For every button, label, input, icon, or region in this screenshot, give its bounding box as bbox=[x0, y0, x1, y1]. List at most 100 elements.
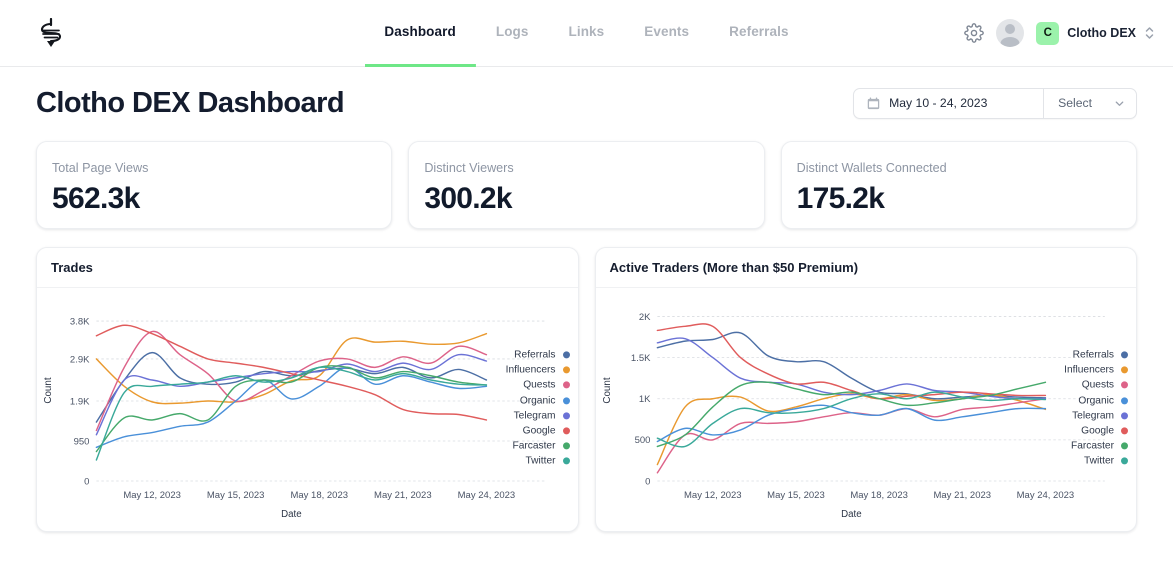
legend-label: Referrals bbox=[1072, 349, 1114, 361]
legend-item-influencers[interactable]: Influencers bbox=[1064, 363, 1128, 377]
legend-color-dot bbox=[1121, 366, 1128, 374]
chart-card-trades: Trades 0 950 1.9K 2.9K 3.8K Count May 12, 2023… bbox=[36, 247, 579, 532]
legend-label: Farcaster bbox=[512, 440, 556, 452]
svg-text:May 21, 2023: May 21, 2023 bbox=[374, 490, 432, 501]
legend-item-twitter[interactable]: Twitter bbox=[1064, 454, 1128, 468]
chart-header: Active Traders (More than $50 Premium) bbox=[595, 248, 1136, 288]
legend-color-dot bbox=[562, 427, 570, 435]
date-range-picker[interactable]: May 10 - 24, 2023 bbox=[854, 88, 1045, 118]
legend-item-telegram[interactable]: Telegram bbox=[506, 409, 570, 423]
date-range-value: May 10 - 24, 2023 bbox=[889, 96, 988, 110]
nav-item-referrals[interactable]: Referrals bbox=[709, 0, 808, 67]
legend-label: Organic bbox=[519, 394, 556, 406]
legend-label: Telegram bbox=[1072, 410, 1114, 422]
legend-color-dot bbox=[562, 412, 570, 420]
svg-text:May 12, 2023: May 12, 2023 bbox=[684, 490, 742, 501]
legend-color-dot bbox=[1121, 427, 1128, 435]
legend-label: Telegram bbox=[513, 410, 556, 422]
legend-item-telegram[interactable]: Telegram bbox=[1064, 409, 1128, 423]
stat-value: 175.2k bbox=[796, 182, 885, 215]
svg-text:0: 0 bbox=[645, 476, 650, 487]
nav-item-links[interactable]: Links bbox=[549, 0, 625, 67]
svg-text:950: 950 bbox=[74, 436, 90, 447]
svg-text:0: 0 bbox=[84, 476, 89, 487]
nav-right-actions: C Clotho DEX bbox=[964, 19, 1155, 47]
nav-item-events[interactable]: Events bbox=[624, 0, 709, 67]
legend-color-dot bbox=[562, 457, 570, 465]
calendar-icon bbox=[867, 97, 880, 109]
chart-body: 0 500 1K 1.5K 2K Count May 12, 2023 May 15, 202… bbox=[596, 288, 1137, 531]
legend-item-google[interactable]: Google bbox=[1064, 424, 1128, 438]
legend-color-dot bbox=[562, 351, 570, 359]
stat-value: 300.2k bbox=[424, 182, 512, 215]
svg-text:Count: Count bbox=[601, 377, 612, 403]
logo[interactable] bbox=[0, 18, 90, 48]
chevron-down-icon bbox=[1115, 100, 1124, 106]
chart-legend: Referrals Influencers Quests Organic Telegra… bbox=[506, 348, 570, 469]
legend-label: Twitter bbox=[1084, 455, 1114, 467]
stat-label: Distinct Viewers bbox=[424, 161, 514, 175]
svg-text:May 15, 2023: May 15, 2023 bbox=[207, 490, 265, 501]
chart-body: 0 950 1.9K 2.9K 3.8K Count May 12, 2023 May 15,… bbox=[37, 288, 578, 531]
svg-text:May 24, 2023: May 24, 2023 bbox=[458, 490, 516, 501]
legend-label: Influencers bbox=[505, 364, 556, 376]
legend-item-farcaster[interactable]: Farcaster bbox=[1064, 439, 1128, 453]
legend-label: Organic bbox=[1078, 394, 1114, 406]
svg-text:500: 500 bbox=[634, 435, 650, 446]
svg-text:Count: Count bbox=[43, 377, 54, 403]
trades-line-chart: 0 950 1.9K 2.9K 3.8K Count May 12, 2023 May 15,… bbox=[43, 316, 546, 520]
page-content: Clotho DEX Dashboard May 10 - 24, 2023 S… bbox=[0, 67, 1173, 532]
chart-cards: Trades 0 950 1.9K 2.9K 3.8K Count May 12, 2023… bbox=[36, 247, 1137, 532]
legend-color-dot bbox=[562, 442, 570, 450]
legend-color-dot bbox=[1121, 381, 1128, 389]
svg-text:3.8K: 3.8K bbox=[70, 316, 90, 327]
chart-header: Trades bbox=[37, 248, 578, 288]
svg-text:2.9K: 2.9K bbox=[70, 354, 90, 365]
gear-icon[interactable] bbox=[964, 23, 985, 43]
legend-label: Google bbox=[522, 425, 556, 437]
legend-item-quests[interactable]: Quests bbox=[506, 378, 570, 392]
legend-label: Quests bbox=[1081, 379, 1114, 391]
select-dropdown[interactable]: Select bbox=[1044, 89, 1136, 118]
legend-label: Google bbox=[1081, 425, 1114, 437]
svg-text:1.5K: 1.5K bbox=[630, 353, 650, 364]
legend-color-dot bbox=[562, 396, 570, 404]
stat-label: Distinct Wallets Connected bbox=[796, 161, 947, 175]
svg-text:May 21, 2023: May 21, 2023 bbox=[933, 490, 991, 501]
legend-color-dot bbox=[562, 366, 570, 374]
legend-item-influencers[interactable]: Influencers bbox=[506, 363, 570, 377]
legend-item-referrals[interactable]: Referrals bbox=[1064, 348, 1128, 362]
legend-item-referrals[interactable]: Referrals bbox=[506, 348, 570, 362]
avatar[interactable] bbox=[996, 19, 1025, 47]
legend-color-dot bbox=[562, 381, 570, 389]
svg-text:2K: 2K bbox=[638, 312, 650, 323]
stat-value: 562.3k bbox=[52, 182, 140, 215]
account-badge: C bbox=[1036, 21, 1060, 45]
nav-item-logs[interactable]: Logs bbox=[476, 0, 549, 67]
legend-item-organic[interactable]: Organic bbox=[506, 393, 570, 407]
account-name: Clotho DEX bbox=[1067, 26, 1136, 40]
legend-color-dot bbox=[1121, 442, 1128, 450]
legend-item-quests[interactable]: Quests bbox=[1064, 378, 1128, 392]
svg-text:May 15, 2023: May 15, 2023 bbox=[767, 490, 825, 501]
chart-card-active-traders: Active Traders (More than $50 Premium) 0… bbox=[594, 247, 1137, 532]
svg-text:May 18, 2023: May 18, 2023 bbox=[290, 490, 348, 501]
legend-label: Influencers bbox=[1064, 364, 1114, 376]
nav-item-dashboard[interactable]: Dashboard bbox=[364, 0, 475, 67]
legend-item-farcaster[interactable]: Farcaster bbox=[506, 439, 570, 453]
svg-text:Date: Date bbox=[281, 509, 302, 520]
legend-label: Farcaster bbox=[1070, 440, 1114, 452]
legend-item-organic[interactable]: Organic bbox=[1064, 393, 1128, 407]
legend-item-google[interactable]: Google bbox=[506, 424, 570, 438]
legend-color-dot bbox=[1121, 457, 1128, 465]
main-nav: Dashboard Logs Links Events Referrals bbox=[364, 0, 808, 67]
legend-color-dot bbox=[1121, 412, 1128, 420]
legend-item-twitter[interactable]: Twitter bbox=[506, 454, 570, 468]
legend-label: Twitter bbox=[525, 455, 556, 467]
account-switcher[interactable]: C Clotho DEX bbox=[1036, 21, 1155, 45]
page-title-row: Clotho DEX Dashboard May 10 - 24, 2023 S… bbox=[36, 67, 1137, 139]
up-down-chevron-icon bbox=[1145, 27, 1154, 39]
page-title: Clotho DEX Dashboard bbox=[36, 86, 345, 119]
legend-label: Quests bbox=[523, 379, 556, 391]
legend-color-dot bbox=[1121, 396, 1128, 404]
